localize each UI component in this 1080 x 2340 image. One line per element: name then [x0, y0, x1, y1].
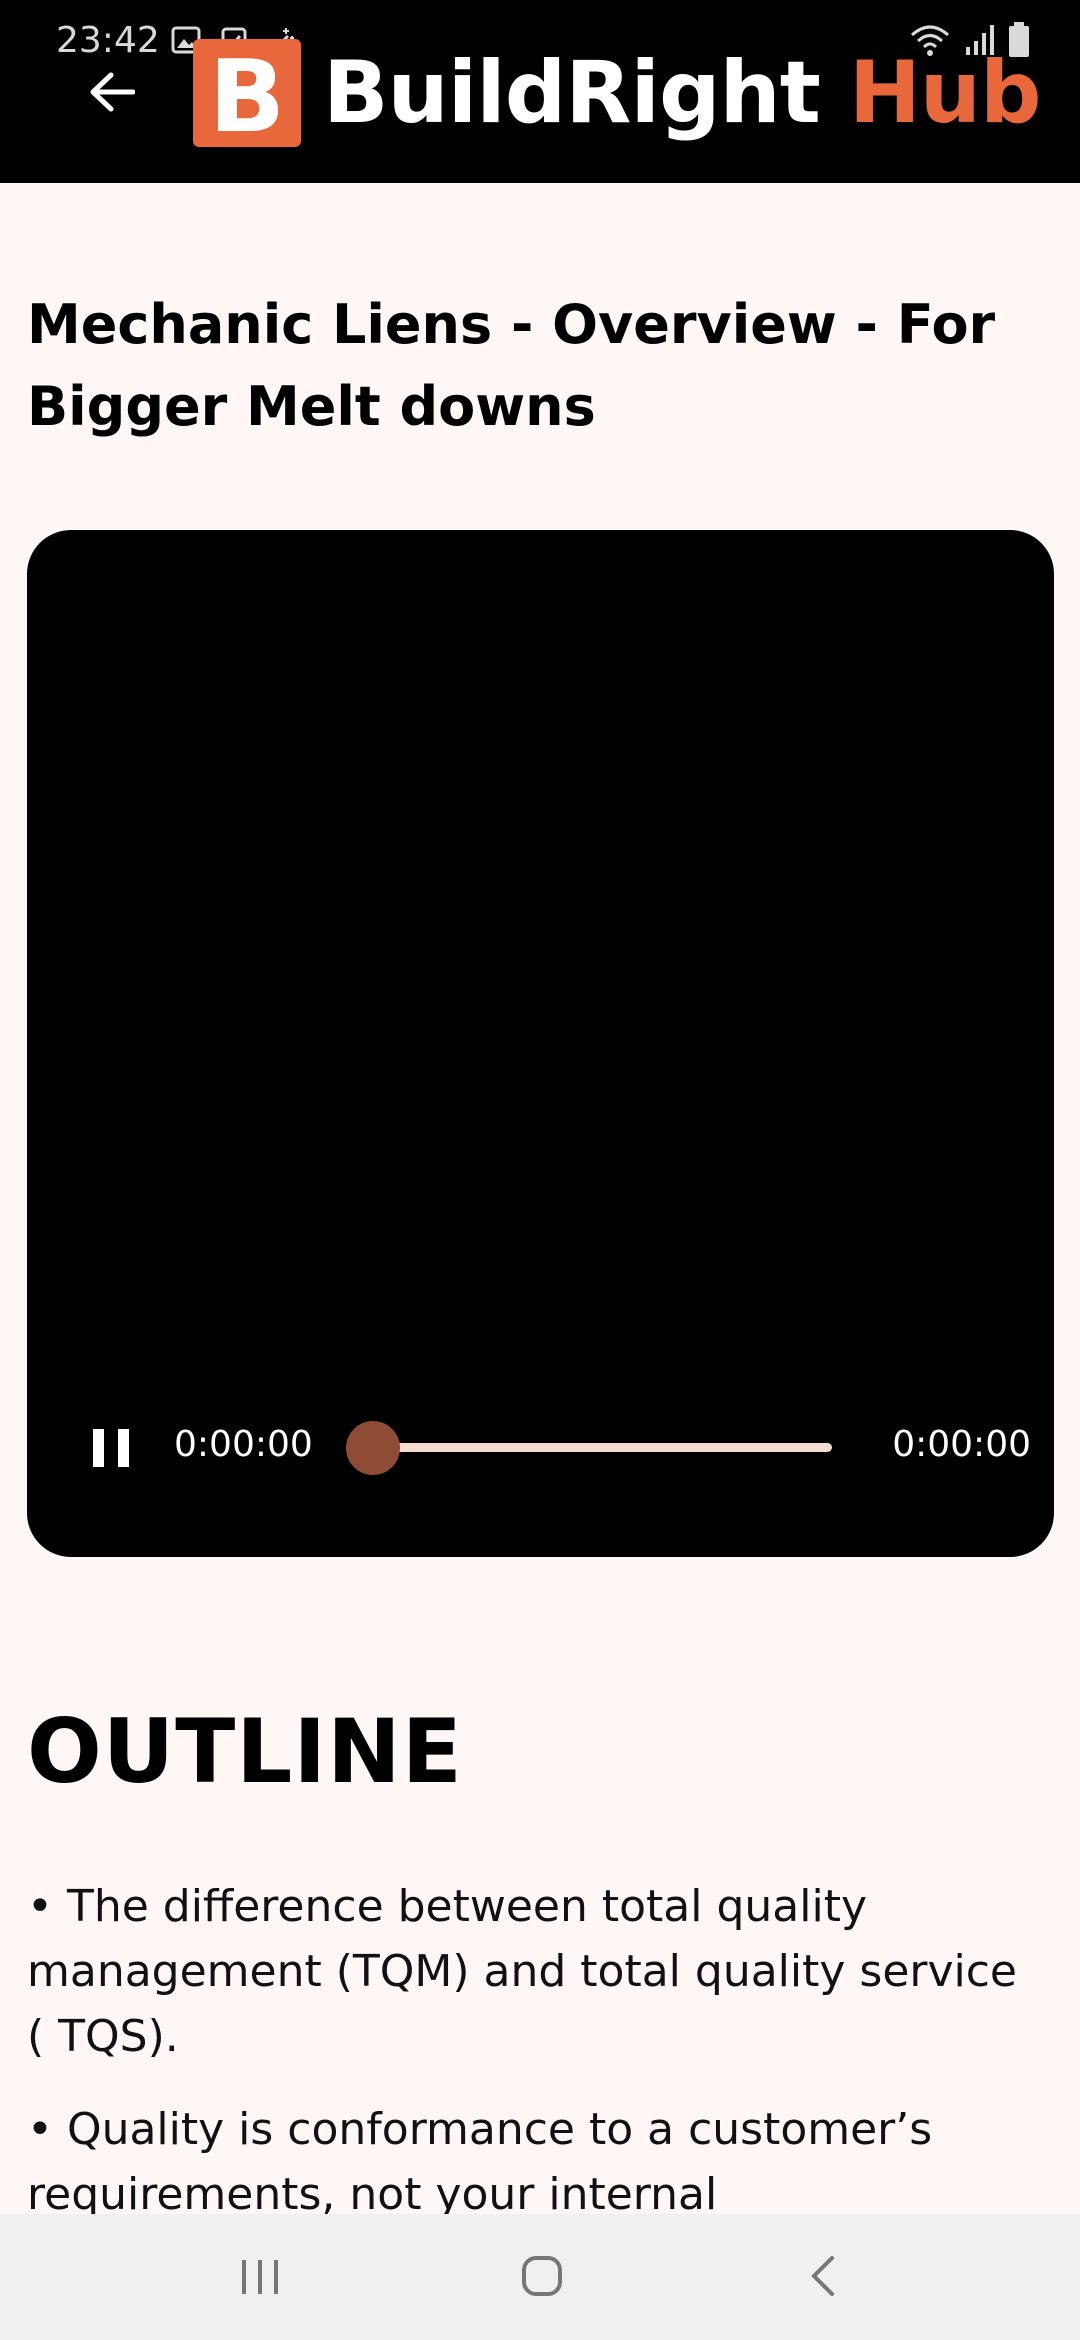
- home-button[interactable]: [502, 2244, 582, 2308]
- logo-mark-icon: B: [193, 39, 301, 147]
- video-seek-bar[interactable]: [372, 1443, 832, 1452]
- back-chevron-icon: [811, 2256, 834, 2296]
- pause-button[interactable]: [93, 1429, 129, 1467]
- video-player[interactable]: [27, 530, 1054, 1557]
- list-item: • The difference between total quality m…: [27, 1881, 1017, 2062]
- page-title: Mechanic Liens - Overview - For Bigger M…: [27, 293, 996, 438]
- app-header: 23:42 B BuildRight Hub: [0, 0, 1080, 183]
- video-total-time: 0:00:00: [892, 1424, 1031, 1465]
- logo-wordmark: BuildRight Hub: [323, 43, 1042, 143]
- status-time: 23:42: [56, 20, 160, 61]
- system-nav-bar: [0, 2214, 1080, 2340]
- app-logo: B BuildRight Hub: [193, 38, 1042, 148]
- back-button[interactable]: [80, 60, 144, 124]
- video-current-time: 0:00:00: [174, 1424, 313, 1465]
- recents-icon: [242, 2260, 278, 2294]
- logo-text-main: BuildRight: [323, 43, 849, 143]
- outline-heading: OUTLINE: [27, 1700, 463, 1803]
- pause-icon-bar-left: [93, 1429, 104, 1467]
- arrow-left-icon: [90, 72, 135, 112]
- svg-text:B: B: [209, 39, 285, 147]
- outline-list: • The difference between total quality m…: [27, 1874, 1047, 2214]
- logo-text-accent: Hub: [848, 43, 1042, 143]
- video-seek-thumb[interactable]: [346, 1421, 400, 1475]
- home-icon: [522, 2256, 562, 2296]
- system-back-button[interactable]: [783, 2244, 863, 2308]
- pause-icon-bar-right: [118, 1429, 129, 1467]
- recents-button[interactable]: [220, 2244, 300, 2308]
- list-item: • Quality is conformance to a customer’s…: [27, 2104, 933, 2214]
